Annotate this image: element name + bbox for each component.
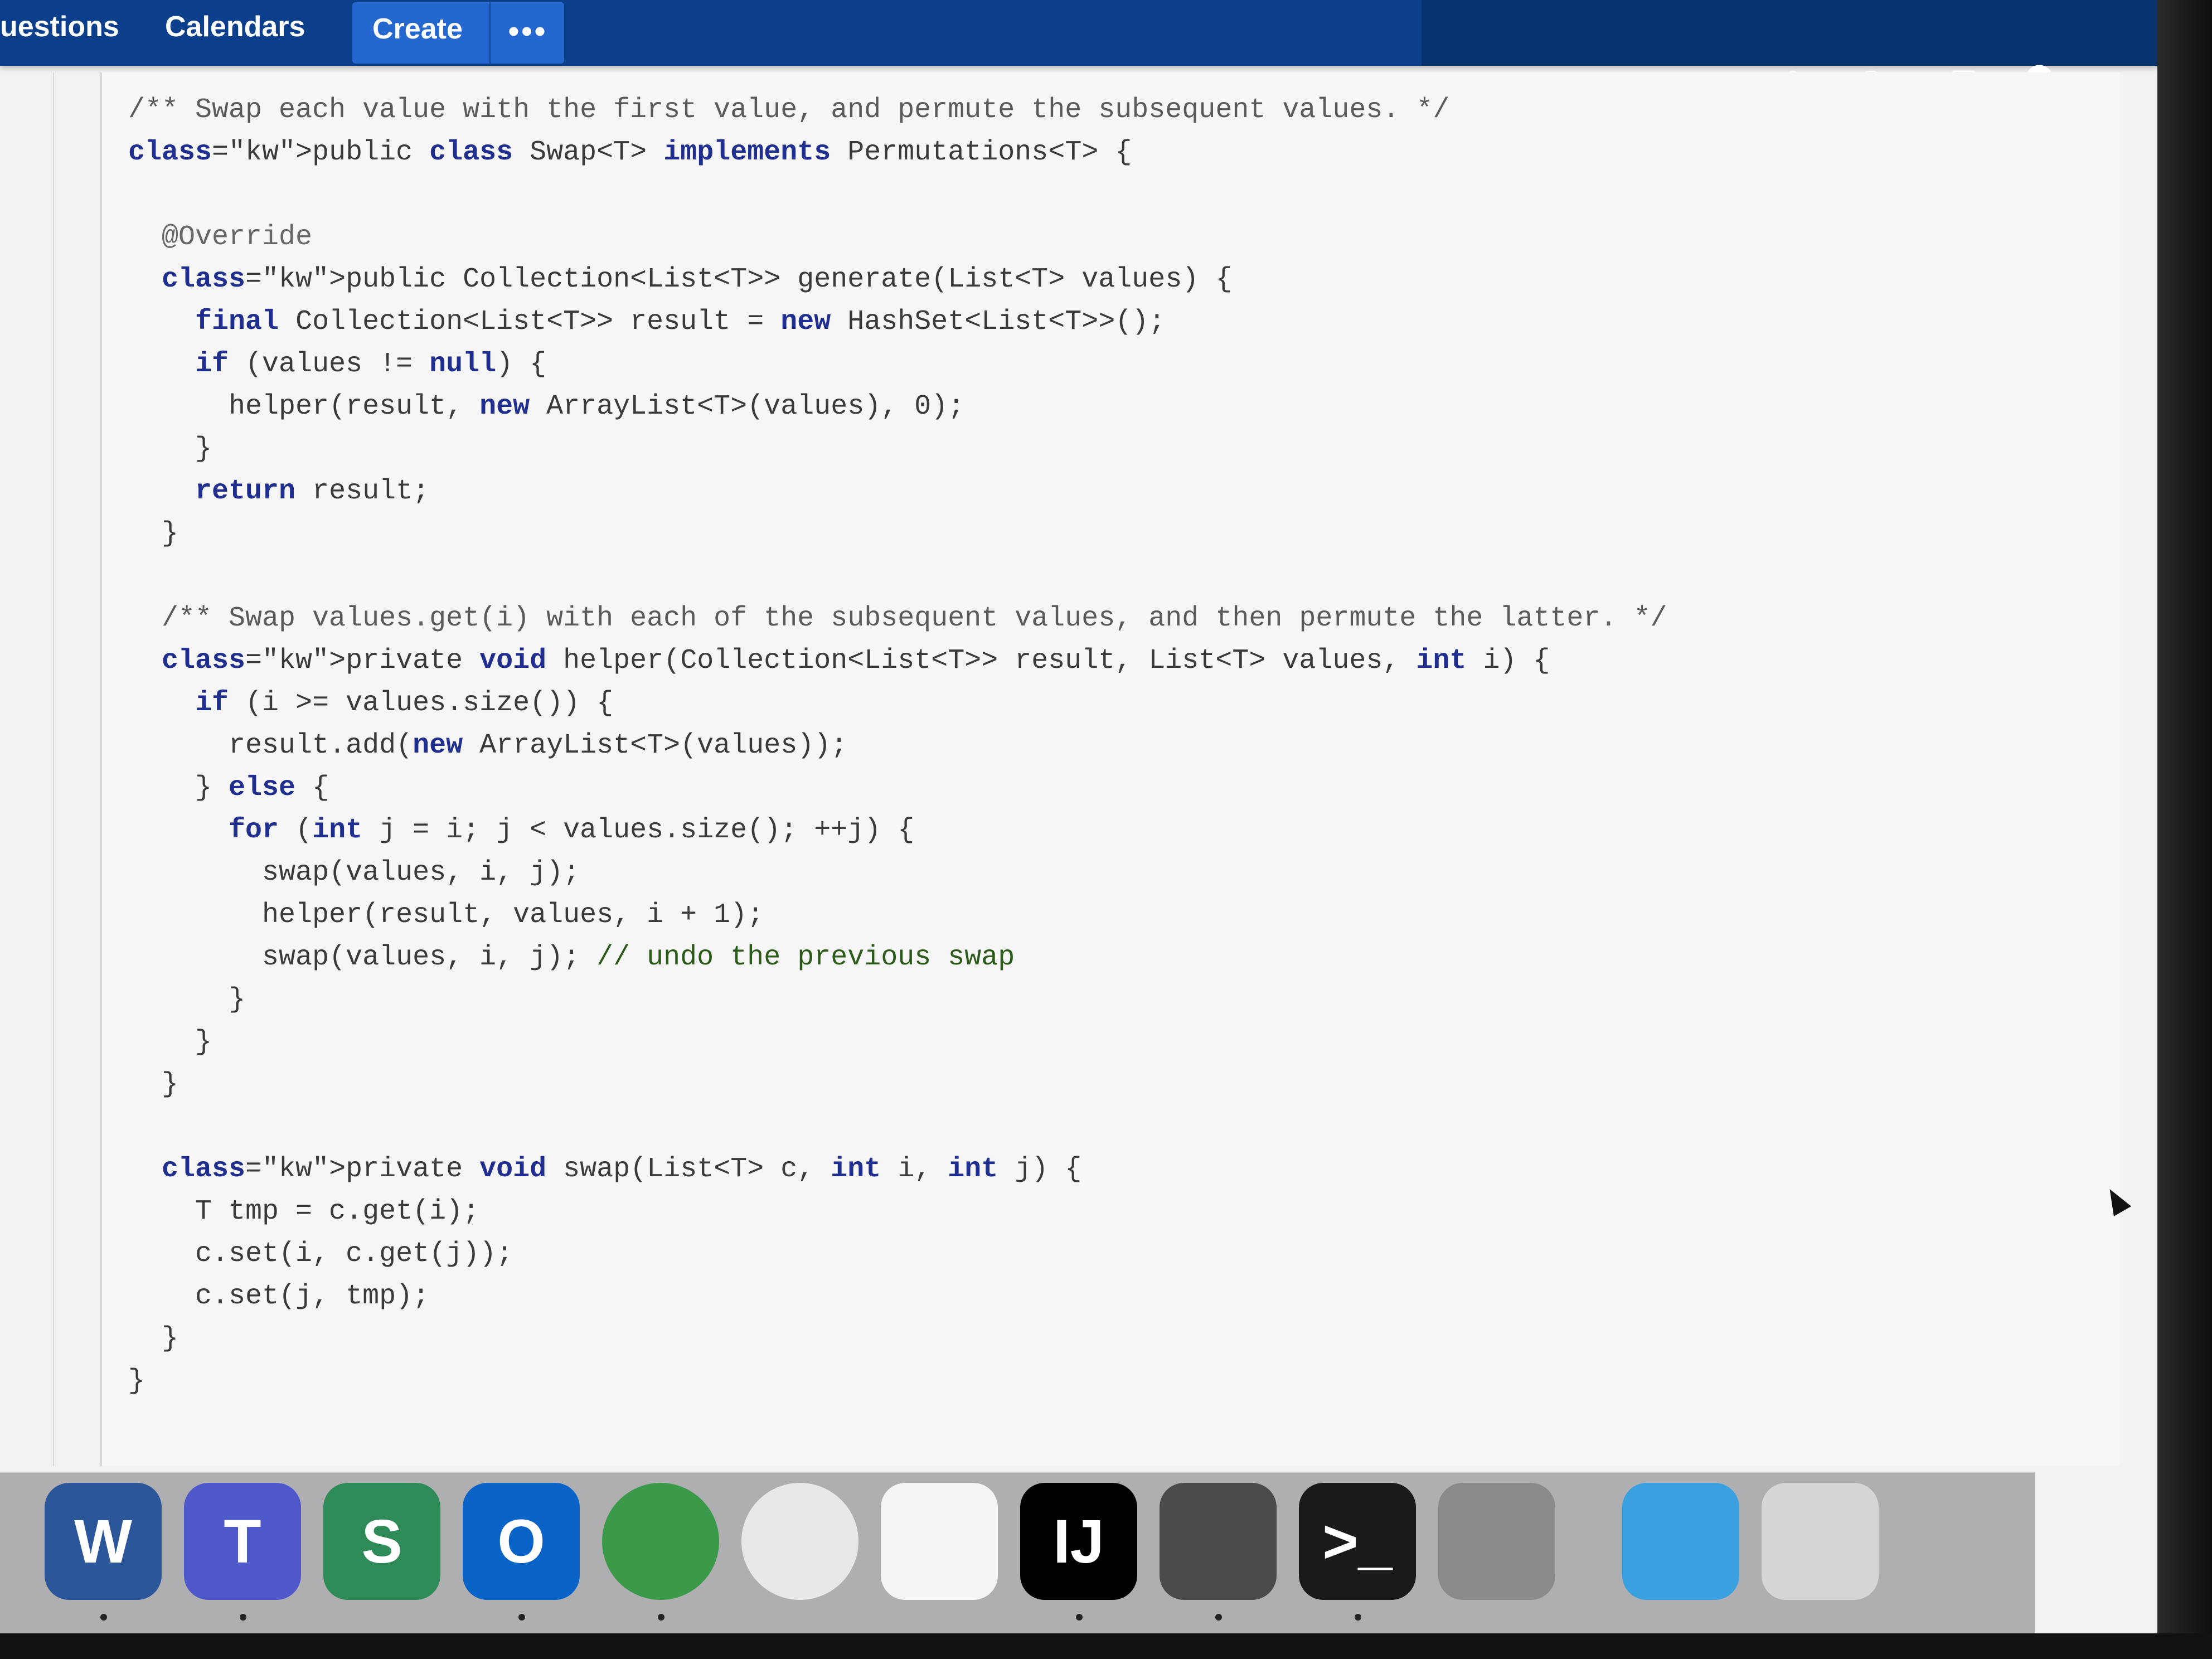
dock-intellij-icon[interactable]: IJ [1020,1483,1137,1600]
code-line: final Collection<List<T>> result = new H… [195,306,1166,338]
code-line: c.set(j, tmp); [128,1280,430,1312]
dock-vpn-icon[interactable] [602,1483,719,1600]
dock-system-preferences-icon[interactable] [1438,1483,1555,1600]
code-line: class="kw">private void swap(List<T> c, … [162,1153,1082,1185]
code-line: class="kw">private void helper(Collectio… [162,645,1550,677]
code-line: } [128,518,179,550]
dock-outlook-icon[interactable]: O [463,1483,580,1600]
code-line: } [128,1069,179,1100]
code-line: class="kw">public class Swap<T> implemen… [128,137,1132,168]
code-line: @Override [128,221,313,253]
screen: uestions Calendars Create ••• ⚲ ⓘ▾ ✉ ☻▾ … [0,0,2157,1659]
code-line: /** Swap each value with the first value… [128,94,1450,126]
create-button-label: Create [372,13,463,45]
dock-running-indicator [100,1614,107,1621]
top-navigation-bar: uestions Calendars Create ••• ⚲ ⓘ▾ ✉ ☻▾ [0,0,2157,104]
screen-bezel-right [2157,0,2212,1659]
dock-running-indicator [658,1614,664,1621]
dock-terminal-icon[interactable]: >_ [1299,1483,1416,1600]
dock-running-indicator [240,1614,246,1621]
dock-running-indicator [1215,1614,1222,1621]
code-line: if (i >= values.size()) { [195,687,614,719]
code-line: swap(values, i, j); [128,857,580,889]
code-line: if (values != null) { [195,348,547,380]
dock-running-indicator [1076,1614,1083,1621]
code-line: helper(result, new ArrayList<T>(values),… [128,391,965,423]
code-line: class="kw">public Collection<List<T>> ge… [162,264,1233,295]
screen-bezel-bottom [0,1633,2212,1659]
nav-questions-link[interactable]: uestions [0,10,119,43]
code-line: /** Swap values.get(i) with each of the … [128,603,1667,634]
dock-sublime-icon[interactable] [1160,1483,1277,1600]
code-line: c.set(i, c.get(j)); [128,1238,513,1270]
code-block: /** Swap each value with the first value… [128,89,1667,1403]
code-line: } else { [128,772,329,804]
dock-running-indicator [1355,1614,1361,1621]
top-navigation-right [1422,0,2157,66]
dock-teams-icon[interactable]: T [184,1483,301,1600]
code-line: } [128,984,246,1016]
left-divider [53,72,54,1466]
dock-trash-icon[interactable] [1762,1483,1879,1600]
dock-word-icon[interactable]: W [45,1483,162,1600]
dock-downloads-folder-icon[interactable] [1622,1483,1739,1600]
code-line: } [128,1026,212,1058]
code-line: result.add(new ArrayList<T>(values)); [128,730,848,761]
code-line: for (int j = i; j < values.size(); ++j) … [229,814,915,846]
code-line: } [128,1365,145,1397]
code-line: } [128,1323,179,1355]
dock-wifi-icon[interactable] [741,1483,858,1600]
nav-calendars-link[interactable]: Calendars [165,10,305,43]
dock-slack-icon[interactable] [881,1483,998,1600]
code-line: return result; [195,476,430,507]
dock-sway-icon[interactable]: S [323,1483,440,1600]
dock-running-indicator [518,1614,525,1621]
code-line: helper(result, values, i + 1); [128,899,764,931]
code-line: swap(values, i, j); // undo the previous… [128,942,1015,973]
code-line: T tmp = c.get(i); [128,1196,480,1228]
more-menu-button[interactable]: ••• [489,2,565,64]
code-line: } [128,433,212,465]
